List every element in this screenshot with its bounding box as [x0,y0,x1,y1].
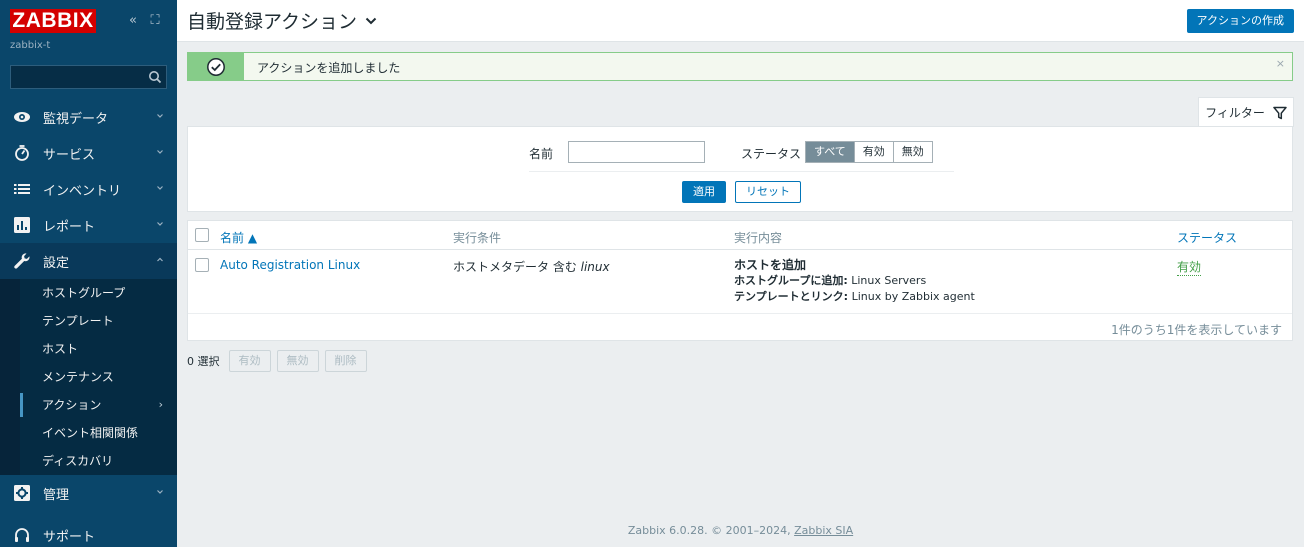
chevron-up-icon [157,257,163,262]
chevron-down-icon [365,17,377,24]
menu-item-label: 監視データ [43,111,109,127]
submenu-item-actions[interactable]: アクション › [0,391,177,419]
status-option-disabled[interactable]: 無効 [893,142,932,162]
condition-value: linux [580,260,610,274]
menu-item-services[interactable]: サービス [0,135,177,171]
support-icon [13,526,31,544]
table-row-count: 1件のうち1件を表示しています [1111,323,1282,337]
status-option-all[interactable]: すべて [806,142,855,162]
filter-panel: 名前 ステータス すべて 有効 無効 適用 リセット [187,126,1293,212]
submenu-item-discovery[interactable]: ディスカバリ [0,447,177,475]
chevron-down-icon [157,222,163,226]
menu-item-label: 設定 [43,255,70,271]
submenu-item-templates[interactable]: テンプレート [0,307,177,335]
mass-delete-button[interactable]: 削除 [324,350,367,372]
mass-actions-bar: 0 選択 有効 無効 削除 [187,350,373,372]
menu-item-inventory[interactable]: インベントリ [0,171,177,207]
chevron-down-icon [157,490,163,494]
action-operations: ホストを追加 ホストグループに追加: Linux Servers テンプレートと… [734,257,975,305]
configuration-submenu: ホストグループ テンプレート ホスト メンテナンス アクション › イベント相関… [0,279,177,475]
table-header-row: 名前 ▲ 実行条件 実行内容 ステータス [188,221,1292,250]
filter-name-label: 名前 [529,147,554,161]
filter-name-input[interactable] [568,141,705,163]
page-title-dropdown[interactable]: 自動登録アクション [187,7,377,34]
eye-icon [13,108,31,126]
column-header-conditions: 実行条件 [453,231,502,245]
row-checkbox[interactable] [195,258,209,272]
column-header-operations: 実行内容 [734,231,783,245]
page-header: 自動登録アクション アクションの作成 [177,0,1304,42]
create-action-button[interactable]: アクションの作成 [1186,9,1294,33]
success-message: アクションを追加しました × [187,52,1293,81]
menu-item-configuration[interactable]: 設定 [0,243,177,279]
chevron-down-icon [157,114,163,118]
submenu-item-event-correlation[interactable]: イベント相関関係 [0,419,177,447]
close-icon[interactable]: × [1276,57,1285,70]
table-footer: 1件のうち1件を表示しています [188,313,1292,341]
operation-add-group-value: Linux Servers [847,274,927,287]
filter-status-label: ステータス [741,147,802,161]
action-name-link[interactable]: Auto Registration Linux [220,258,360,272]
menu-item-label: サービス [43,147,96,163]
status-badge[interactable]: 有効 [1177,258,1202,276]
submenu-item-hosts[interactable]: ホスト [0,335,177,363]
action-condition: ホストメタデータ 含む linux [453,258,610,275]
mass-disable-button[interactable]: 無効 [276,350,319,372]
main-content: 自動登録アクション アクションの作成 アクションを追加しました × フィルター … [177,0,1304,547]
chevron-down-icon [157,186,163,190]
mass-enable-button[interactable]: 有効 [228,350,271,372]
funnel-icon [1273,106,1287,119]
operation-add-group-label: ホストグループに追加: [734,274,848,287]
menu-item-monitoring[interactable]: 監視データ [0,99,177,135]
gear-icon [13,484,31,502]
status-option-enabled[interactable]: 有効 [854,142,894,162]
column-header-name[interactable]: 名前 ▲ [220,229,257,246]
submenu-item-label: アクション [42,398,102,412]
menu-item-label: レポート [43,219,96,235]
checkmark-circle-icon [207,57,225,76]
column-header-status[interactable]: ステータス [1177,229,1237,246]
collapse-sidebar-icon[interactable]: « [124,12,142,30]
chevron-right-icon: › [158,398,163,411]
selected-count: 0 選択 [187,355,220,368]
filter-tab[interactable]: フィルター [1198,97,1294,127]
submenu-item-maintenance[interactable]: メンテナンス [0,363,177,391]
kiosk-mode-icon[interactable]: ⛶ [146,12,164,30]
menu-item-support[interactable]: サポート [0,517,177,547]
menu-item-label: 管理 [43,487,70,503]
operation-link-template-value: Linux by Zabbix agent [848,290,975,303]
server-name: zabbix-t [10,40,51,51]
reset-button[interactable]: リセット [735,181,801,203]
main-menu: 監視データ サービス インベントリ レポート 設定 ホストグループ テンプレート… [0,99,177,547]
filter-divider [529,171,954,172]
footer-text: Zabbix 6.0.28. © 2001–2024, [627,524,795,537]
sidebar-search-input[interactable] [10,65,167,89]
menu-item-label: インベントリ [43,183,122,199]
apply-button[interactable]: 適用 [682,181,726,203]
status-segmented-control: すべて 有効 無効 [805,141,933,163]
services-icon [13,144,31,162]
condition-text: ホストメタデータ 含む [453,260,581,274]
menu-item-administration[interactable]: 管理 [0,475,177,511]
reports-icon [13,216,31,234]
zabbix-logo[interactable]: ZABBIX [10,9,96,33]
chevron-down-icon [157,150,163,154]
menu-item-label: サポート [43,529,96,545]
inventory-list-icon [13,180,31,198]
operation-add-host: ホストを追加 [734,258,807,272]
operation-link-template-label: テンプレートとリンク: [734,290,849,303]
page-title: 自動登録アクション [187,11,358,33]
success-icon-box [188,53,244,80]
wrench-icon [13,252,31,270]
success-message-text: アクションを追加しました [257,61,401,75]
page-footer: Zabbix 6.0.28. © 2001–2024, Zabbix SIA [177,524,1304,537]
sidebar: ZABBIX « ⛶ zabbix-t 監視データ サービス インベントリ レポ… [0,0,177,547]
menu-item-reports[interactable]: レポート [0,207,177,243]
submenu-item-host-groups[interactable]: ホストグループ [0,279,177,307]
filter-tab-label: フィルター [1205,106,1265,120]
search-icon[interactable] [148,70,162,84]
footer-link[interactable]: Zabbix SIA [794,524,853,537]
actions-table: 名前 ▲ 実行条件 実行内容 ステータス Auto Registration L… [187,220,1293,341]
select-all-checkbox[interactable] [195,228,209,242]
